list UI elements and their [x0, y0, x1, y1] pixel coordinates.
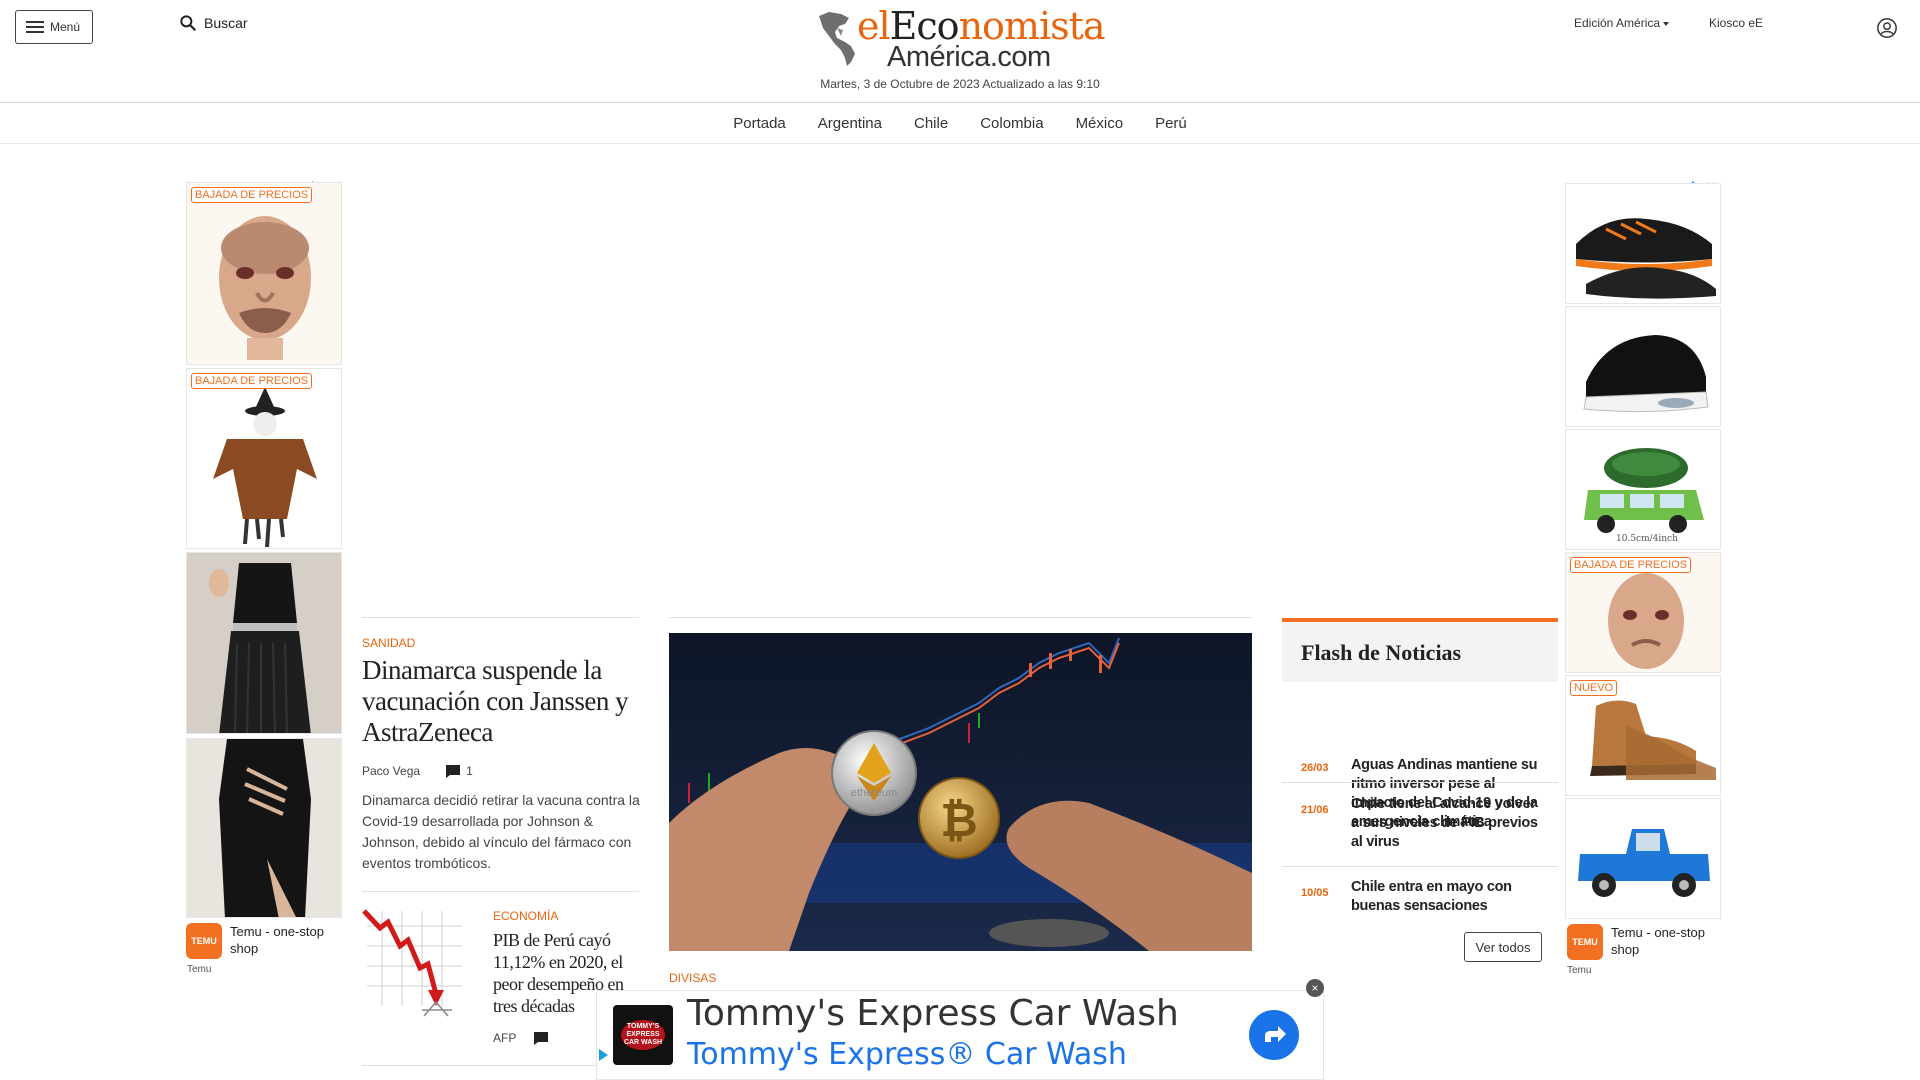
lead-story-kicker[interactable]: SANIDAD [362, 636, 415, 650]
divider [1282, 782, 1558, 783]
logo-el: el [857, 4, 891, 48]
flash-item-title[interactable]: Chile entra en mayo con buenas sensacion… [1351, 878, 1546, 916]
adchoices-icon[interactable] [599, 1049, 608, 1061]
nav-item-mexico[interactable]: México [1076, 115, 1124, 132]
search-button[interactable]: Buscar [178, 13, 248, 33]
mask-product-image [187, 183, 341, 364]
bottom-ad-close-button[interactable]: × [1306, 979, 1324, 997]
kiosco-link[interactable]: Kiosco eE [1709, 16, 1763, 30]
menu-label: Menú [50, 20, 81, 34]
comment-icon[interactable] [534, 1031, 549, 1045]
ad-product-toy-car[interactable]: 10.5cm/4inch [1565, 429, 1721, 550]
logo-america: América.com [887, 41, 1051, 73]
flash-news-title: Flash de Noticias [1282, 618, 1558, 682]
ad-badge: BAJADA DE PRECIOS [191, 187, 313, 203]
dateline: Martes, 3 de Octubre de 2023 Actualizado… [820, 77, 1100, 91]
flash-item[interactable]: 26/03 Aguas Andinas mantiene su ritmo in… [1282, 682, 1558, 830]
comment-icon[interactable] [446, 764, 461, 778]
lead-story-comment-count[interactable]: 1 [466, 764, 473, 778]
right-ad-brand[interactable]: TEMU Temu - one-stop shop [1567, 924, 1711, 960]
ad-product-mask-right[interactable]: BAJADA DE PRECIOS [1565, 552, 1721, 673]
menu-button[interactable]: Menú [15, 10, 93, 44]
directions-arrow-icon[interactable] [1249, 1010, 1299, 1060]
lead-story-byline: Paco Vega 1 [362, 764, 473, 778]
ad-badge: BAJADA DE PRECIOS [191, 373, 313, 389]
ad-product-boots[interactable]: NUEVO [1565, 675, 1721, 796]
left-ad-brand-text: Temu - one-stop shop [230, 924, 324, 956]
divider [362, 891, 639, 892]
ad-product-mask[interactable]: BAJADA DE PRECIOS [186, 182, 342, 365]
hero-image[interactable]: ethereum ₿ [669, 633, 1252, 951]
lead-story-headline[interactable]: Dinamarca suspende la vacunación con Jan… [362, 655, 639, 748]
ad-badge: BAJADA DE PRECIOS [1570, 557, 1692, 573]
flash-item-title[interactable]: Chile tiene al alcance volver a sus nive… [1351, 795, 1546, 852]
hamburger-icon [26, 21, 44, 33]
site-header: Menú Buscar elEconomista América.com Mar… [0, 0, 1920, 103]
nav-item-argentina[interactable]: Argentina [818, 115, 882, 132]
left-ad-brand[interactable]: TEMU Temu - one-stop shop [186, 923, 330, 959]
edition-dropdown[interactable]: Edición América [1574, 16, 1670, 30]
site-logo[interactable]: elEconomista América.com [815, 2, 1106, 74]
ad-product-slit-dress[interactable] [186, 738, 342, 918]
caret-down-icon [1663, 21, 1670, 26]
fringe-dress-image [187, 553, 341, 733]
user-account-icon[interactable] [1876, 17, 1898, 39]
tommys-logo: TOMMY'S EXPRESS CAR WASH [613, 1005, 673, 1065]
temu-logo: TEMU [186, 923, 222, 959]
ad-product-sneaker-black[interactable] [1565, 306, 1721, 427]
sneaker-black-image [1566, 307, 1720, 426]
left-ad-brand-sub: Temu [187, 964, 212, 975]
toy-truck-image [1566, 799, 1720, 918]
flash-item-date: 21/06 [1301, 804, 1329, 816]
slit-dress-image [187, 739, 341, 917]
see-all-button[interactable]: Ver todos [1464, 932, 1542, 962]
right-ad-brand-text: Temu - one-stop shop [1611, 925, 1705, 957]
tommys-logo-text: TOMMY'S EXPRESS CAR WASH [621, 1020, 665, 1050]
toy-car-size-caption: 10.5cm/4inch [1616, 534, 1678, 544]
ethereum-coin-label: ethereum [851, 787, 897, 799]
nav-item-chile[interactable]: Chile [914, 115, 948, 132]
flash-item-date: 26/03 [1301, 762, 1329, 774]
flash-news-panel: Flash de Noticias 26/03 Aguas Andinas ma… [1282, 618, 1558, 830]
section-nav: Portada Argentina Chile Colombia México … [0, 104, 1920, 144]
temu-logo: TEMU [1567, 924, 1603, 960]
svg-text:₿: ₿ [940, 793, 978, 847]
toy-car-image [1566, 430, 1720, 549]
nav-item-colombia[interactable]: Colombia [980, 115, 1043, 132]
second-story-byline: AFP [493, 1031, 549, 1045]
crypto-hands-image: ethereum ₿ [669, 633, 1252, 951]
divider [1282, 866, 1558, 867]
nav-item-peru[interactable]: Perú [1155, 115, 1187, 132]
bottom-ad-subtitle[interactable]: Tommy's Express® Car Wash [687, 1037, 1127, 1072]
sneaker-orange-image [1566, 184, 1720, 303]
edition-label: Edición América [1574, 16, 1661, 30]
flash-item-date: 10/05 [1301, 887, 1329, 899]
right-ad-brand-sub: Temu [1567, 965, 1592, 976]
nav-item-portada[interactable]: Portada [733, 115, 786, 132]
search-icon [180, 15, 196, 31]
ad-product-fringe-dress[interactable] [186, 552, 342, 734]
scarecrow-product-image [187, 369, 341, 548]
search-label: Buscar [204, 15, 248, 31]
ad-product-scarecrow[interactable]: BAJADA DE PRECIOS [186, 368, 342, 549]
second-story-author[interactable]: AFP [493, 1031, 516, 1045]
second-story-kicker[interactable]: ECONOMÍA [493, 909, 558, 923]
ad-product-toy-truck[interactable] [1565, 798, 1721, 919]
ad-product-sneaker-orange[interactable] [1565, 183, 1721, 304]
lead-story-summary: Dinamarca decidió retirar la vacuna cont… [362, 792, 640, 871]
bottom-ad-title[interactable]: Tommy's Express Car Wash [687, 993, 1179, 1034]
bottom-banner-ad[interactable]: TOMMY'S EXPRESS CAR WASH Tommy's Express… [596, 990, 1324, 1080]
hero-story-kicker[interactable]: DIVISAS [669, 971, 716, 985]
lead-story-author[interactable]: Paco Vega [362, 764, 420, 778]
divider [669, 617, 1252, 618]
ad-badge: NUEVO [1570, 680, 1618, 696]
divider [362, 617, 639, 618]
second-story-thumbnail[interactable] [362, 906, 472, 1019]
